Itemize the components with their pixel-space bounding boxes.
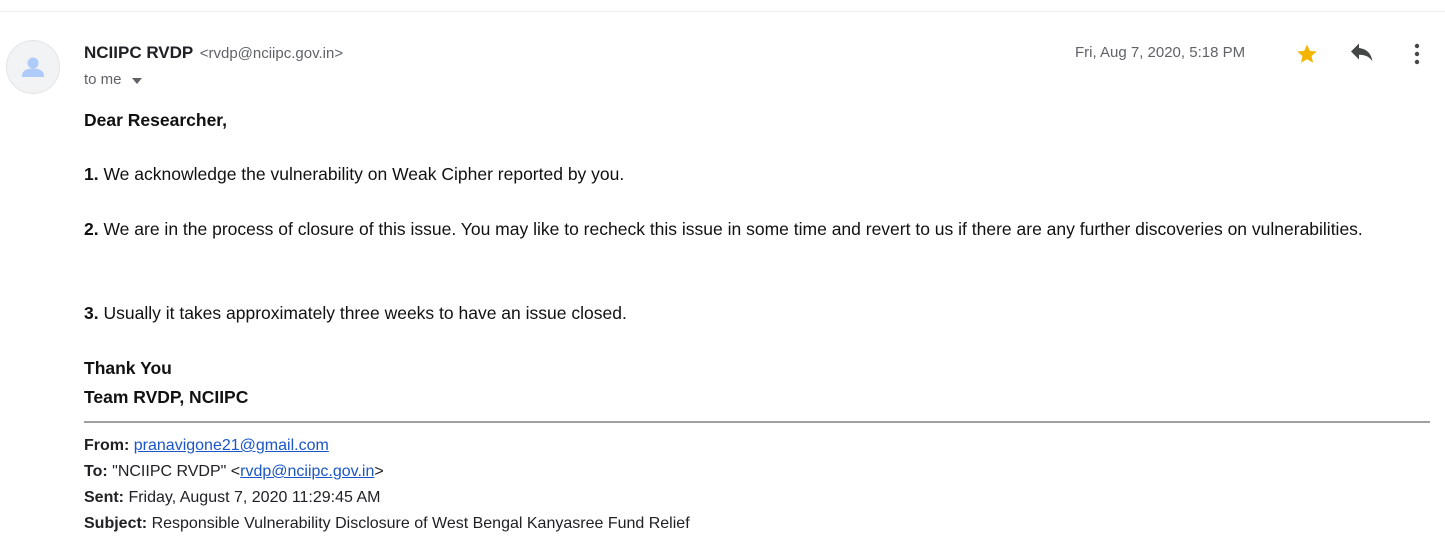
from-email-link[interactable]: pranavigone21@gmail.com: [134, 437, 329, 454]
sender-line: NCIIPC RVDP <rvdp@nciipc.gov.in>: [84, 42, 343, 65]
more-vertical-icon[interactable]: [1406, 42, 1428, 66]
item-number: 2.: [84, 219, 99, 239]
sent-label: Sent:: [84, 489, 124, 506]
subject-label: Subject:: [84, 515, 148, 532]
quoted-subject: Subject: Responsible Vulnerability Discl…: [84, 511, 690, 537]
quoted-sent: Sent: Friday, August 7, 2020 11:29:45 AM: [84, 485, 380, 511]
recipient-details-toggle[interactable]: to me: [84, 69, 142, 91]
body-item-3: 3. Usually it takes approximately three …: [84, 299, 627, 328]
message-date: Fri, Aug 7, 2020, 5:18 PM: [1075, 44, 1246, 61]
subject-value: Responsible Vulnerability Disclosure of …: [151, 515, 690, 532]
item-text: We are in the process of closure of this…: [103, 219, 1363, 239]
item-text: Usually it takes approximately three wee…: [103, 303, 627, 323]
sent-value: Friday, August 7, 2020 11:29:45 AM: [128, 489, 381, 506]
quoted-from: From: pranavigone21@gmail.com: [84, 433, 329, 459]
sender-email: <rvdp@nciipc.gov.in>: [199, 45, 344, 62]
item-number: 3.: [84, 303, 99, 323]
quoted-to: To: "NCIIPC RVDP" <rvdp@nciipc.gov.in>: [84, 459, 384, 485]
from-label: From:: [84, 437, 130, 454]
chevron-down-icon[interactable]: [131, 69, 142, 91]
to-prefix: "NCIIPC RVDP" <: [112, 463, 241, 480]
sender-name[interactable]: NCIIPC RVDP: [84, 43, 193, 62]
reply-icon[interactable]: [1349, 42, 1375, 66]
to-label: to me: [84, 71, 122, 88]
signature-line-1: Thank You: [84, 358, 172, 378]
item-text: We acknowledge the vulnerability on Weak…: [103, 164, 625, 184]
to-label: To:: [84, 463, 108, 480]
body-item-2: 2. We are in the process of closure of t…: [84, 215, 1394, 244]
to-suffix: >: [374, 463, 384, 480]
item-number: 1.: [84, 164, 99, 184]
top-divider: [0, 11, 1445, 12]
greeting: Dear Researcher,: [84, 110, 228, 130]
person-avatar-icon: [22, 57, 44, 77]
body-item-1: 1. We acknowledge the vulnerability on W…: [84, 160, 624, 189]
quoted-message-divider: [84, 421, 1430, 423]
avatar[interactable]: [6, 40, 60, 94]
to-email-link[interactable]: rvdp@nciipc.gov.in: [240, 463, 374, 480]
star-icon[interactable]: [1295, 42, 1319, 66]
signature-line-2: Team RVDP, NCIIPC: [84, 387, 249, 407]
